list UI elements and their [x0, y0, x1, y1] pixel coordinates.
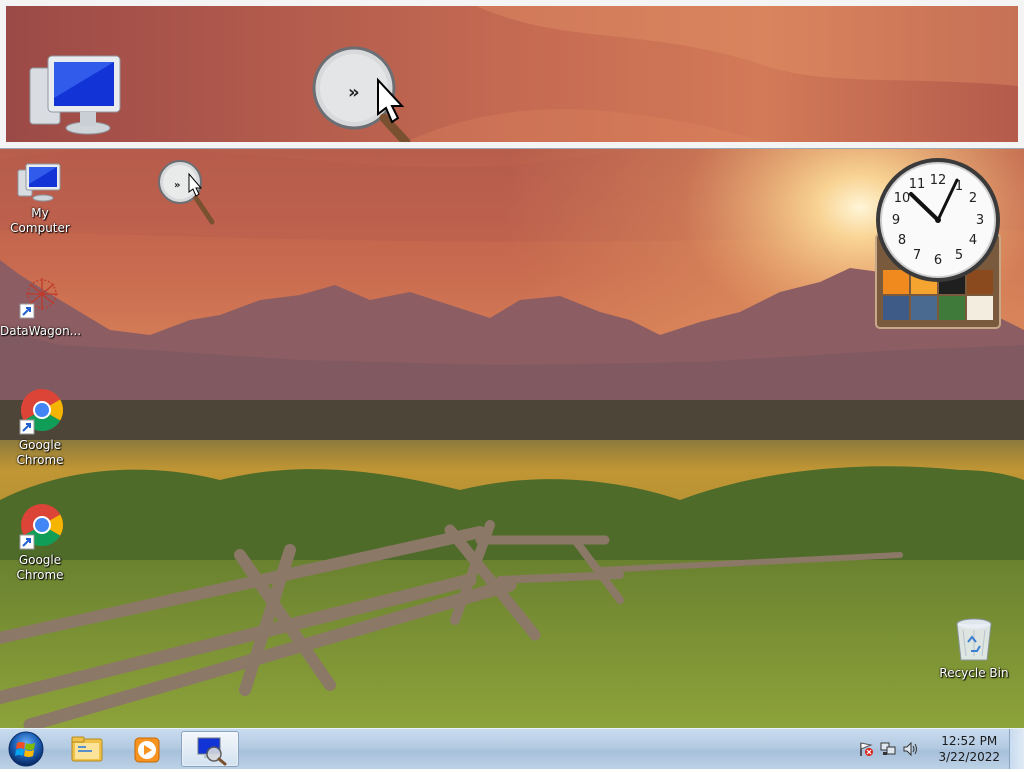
clock-numeral: 6	[934, 253, 942, 268]
clock-numeral: 8	[898, 233, 906, 248]
magnifier-app-icon	[197, 737, 227, 766]
magnifier-cursor-icon: »	[158, 160, 215, 225]
taskbar-clock[interactable]: 12:52 PM 3/22/2022	[938, 733, 1000, 765]
system-tray: 12:52 PM 3/22/2022	[854, 729, 1024, 769]
recycle-bin-icon	[956, 618, 992, 661]
clock-numeral: 3	[976, 213, 984, 228]
windows-start-icon	[8, 731, 44, 767]
taskbar: 12:52 PM 3/22/2022	[0, 728, 1024, 769]
datawagon-shortcut-icon	[19, 278, 58, 319]
desktop-icon-recycle-bin[interactable]: Recycle Bin	[934, 616, 1014, 681]
desktop-icon-google-chrome-2[interactable]: Google Chrome	[0, 503, 80, 583]
icon-label: Google	[18, 438, 62, 452]
start-button[interactable]	[4, 730, 48, 768]
action-center-flag-icon[interactable]	[858, 741, 874, 757]
svg-text:»: »	[174, 180, 180, 191]
media-player-icon	[134, 737, 160, 763]
clock-numeral: 10	[894, 191, 911, 206]
show-desktop-button[interactable]	[1009, 729, 1024, 769]
desktop-icon-google-chrome[interactable]: Google Chrome	[0, 388, 80, 468]
clock-numeral: 7	[913, 248, 921, 263]
chrome-shortcut-icon	[19, 504, 64, 550]
clock-numeral: 2	[969, 191, 977, 206]
chrome-shortcut-icon	[19, 389, 64, 435]
clock-date: 3/22/2022	[938, 750, 1000, 764]
taskbar-magnifier-button[interactable]	[181, 731, 239, 767]
icon-label: Google	[18, 553, 62, 567]
magnifier-view-panel: »	[0, 0, 1024, 149]
clock-numeral: 12	[930, 173, 947, 188]
clock-numeral: 9	[892, 213, 900, 228]
magnified-desktop: »	[6, 6, 1018, 142]
network-icon[interactable]	[880, 741, 896, 757]
desktop-icon-my-computer[interactable]: My Computer	[0, 160, 80, 236]
clock-numeral: 11	[909, 177, 926, 192]
clock-time: 12:52 PM	[941, 734, 998, 748]
clock-numeral: 5	[955, 248, 963, 263]
explorer-folder-icon	[71, 736, 103, 762]
icon-label: My Computer	[10, 206, 70, 235]
clock-gadget[interactable]: 12 1 2 3 4 5 6 7 8 9 10 11	[874, 156, 1002, 334]
svg-text:»: »	[348, 82, 360, 103]
clock-numeral: 4	[969, 233, 977, 248]
volume-icon[interactable]	[902, 741, 918, 757]
icon-label: Chrome	[16, 453, 64, 467]
desktop-icon-datawagon[interactable]: DataWagon...	[0, 274, 82, 339]
icon-label: Recycle Bin	[939, 666, 1009, 680]
taskbar-explorer-button[interactable]	[58, 731, 116, 767]
icon-label: DataWagon...	[0, 324, 82, 338]
computer-icon	[17, 163, 61, 202]
taskbar-media-player-button[interactable]	[118, 731, 176, 767]
clock-gadget-graphic: 12 1 2 3 4 5 6 7 8 9 10 11	[875, 158, 1001, 329]
icon-label: Chrome	[16, 568, 64, 582]
